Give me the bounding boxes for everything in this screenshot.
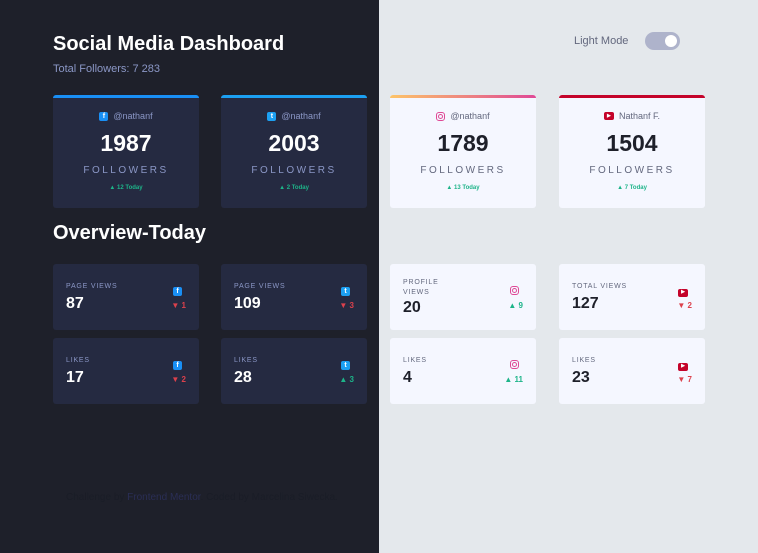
overview-value: 23 bbox=[572, 369, 590, 386]
caret-down-icon: ▼ bbox=[677, 375, 686, 384]
youtube-icon: ▶ bbox=[678, 362, 688, 371]
card-handle: @nathanf bbox=[113, 111, 153, 121]
follower-count: 1504 bbox=[606, 130, 658, 156]
twitter-icon: t bbox=[341, 287, 350, 296]
follower-count: 1789 bbox=[437, 130, 489, 156]
overview-value: 20 bbox=[403, 299, 421, 316]
frontend-mentor-link[interactable]: Frontend Mentor bbox=[127, 492, 200, 503]
overview-value: 127 bbox=[572, 295, 599, 312]
follower-card-twitter[interactable]: t @nathanf 2003 FOLLOWERS ▲ 2 Today bbox=[221, 95, 367, 208]
follower-count: 2003 bbox=[268, 130, 320, 156]
overview-delta: 2 bbox=[687, 301, 692, 310]
overview-delta: 1 bbox=[181, 301, 186, 310]
youtube-icon: ▶ bbox=[603, 112, 614, 120]
caret-up-icon: ▲ bbox=[446, 185, 453, 191]
facebook-icon: f bbox=[173, 361, 182, 370]
footer-prefix: Challenge by bbox=[66, 492, 128, 503]
overview-value: 28 bbox=[234, 369, 252, 386]
youtube-icon: ▶ bbox=[678, 288, 688, 297]
today-delta: 12 Today bbox=[117, 185, 143, 191]
overview-label: PAGE VIEWS bbox=[234, 283, 286, 290]
overview-card-twitter-page-views[interactable]: PAGE VIEWS t 109 ▼ 3 bbox=[221, 264, 367, 330]
overview-card-facebook-page-views[interactable]: PAGE VIEWS f 87 ▼ 1 bbox=[53, 264, 199, 330]
card-handle: @nathanf bbox=[281, 111, 321, 121]
card-handle: Nathanf F. bbox=[618, 111, 661, 121]
today-delta: 2 Today bbox=[286, 185, 309, 191]
card-handle: @nathanf bbox=[450, 111, 490, 121]
today-delta: 13 Today bbox=[454, 185, 480, 191]
overview-card-twitter-likes[interactable]: LIKES t 28 ▲ 3 bbox=[221, 338, 367, 404]
instagram-icon bbox=[510, 360, 519, 369]
follower-card-youtube[interactable]: ▶ Nathanf F. 1504 FOLLOWERS ▲ 7 Today bbox=[559, 95, 705, 208]
overview-label: PAGE VIEWS bbox=[66, 283, 118, 290]
card-accent-bar bbox=[559, 95, 705, 98]
follower-card-facebook[interactable]: f @nathanf 1987 FOLLOWERS ▲ 12 Today bbox=[53, 95, 199, 208]
page-title: Social Media Dashboard bbox=[53, 33, 285, 55]
overview-label: PROFILE VIEWS bbox=[403, 279, 439, 296]
card-accent-bar bbox=[53, 95, 199, 98]
caret-up-icon: ▲ bbox=[508, 301, 517, 310]
overview-delta: 9 bbox=[518, 301, 523, 310]
today-delta: 7 Today bbox=[624, 185, 647, 191]
caret-down-icon: ▼ bbox=[339, 301, 348, 310]
overview-value: 87 bbox=[66, 295, 84, 312]
overview-label: LIKES bbox=[234, 357, 258, 364]
toggle-knob bbox=[665, 35, 677, 47]
total-followers-text: Total Followers: 7 283 bbox=[53, 63, 160, 75]
facebook-icon: f bbox=[173, 287, 182, 296]
caret-down-icon: ▼ bbox=[677, 301, 686, 310]
overview-label: LIKES bbox=[66, 357, 90, 364]
overview-card-instagram-likes[interactable]: LIKES 4 ▲ 11 bbox=[390, 338, 536, 404]
overview-delta: 11 bbox=[514, 375, 523, 384]
caret-down-icon: ▼ bbox=[171, 301, 180, 310]
overview-label: LIKES bbox=[403, 357, 427, 364]
followers-unit: FOLLOWERS bbox=[420, 165, 506, 176]
attribution-footer: Challenge by Frontend Mentor. Coded by M… bbox=[66, 492, 338, 503]
facebook-icon: f bbox=[99, 111, 109, 121]
overview-delta: 7 bbox=[687, 375, 692, 384]
overview-value: 109 bbox=[234, 295, 261, 312]
follower-card-instagram[interactable]: @nathanf 1789 FOLLOWERS ▲ 13 Today bbox=[390, 95, 536, 208]
caret-up-icon: ▲ bbox=[504, 375, 513, 384]
card-accent-bar bbox=[221, 95, 367, 98]
overview-card-facebook-likes[interactable]: LIKES f 17 ▼ 2 bbox=[53, 338, 199, 404]
overview-title: Overview-Today bbox=[53, 222, 207, 244]
instagram-icon bbox=[510, 286, 519, 295]
follower-count: 1987 bbox=[100, 130, 152, 156]
caret-down-icon: ▼ bbox=[171, 375, 180, 384]
followers-unit: FOLLOWERS bbox=[251, 165, 337, 176]
mode-label: Light Mode bbox=[574, 35, 629, 47]
twitter-icon: t bbox=[267, 111, 277, 121]
overview-card-youtube-likes[interactable]: LIKES ▶ 23 ▼ 7 bbox=[559, 338, 705, 404]
card-accent-bar bbox=[390, 95, 536, 98]
caret-up-icon: ▲ bbox=[617, 185, 624, 191]
instagram-icon bbox=[436, 111, 446, 121]
overview-delta: 2 bbox=[181, 375, 186, 384]
overview-label: TOTAL VIEWS bbox=[572, 283, 627, 290]
theme-toggle[interactable] bbox=[645, 32, 680, 50]
overview-delta: 3 bbox=[349, 301, 354, 310]
footer-suffix: . Coded by Marcelina Siwecka. bbox=[200, 492, 338, 503]
overview-card-youtube-total-views[interactable]: TOTAL VIEWS ▶ 127 ▼ 2 bbox=[559, 264, 705, 330]
overview-delta: 3 bbox=[349, 375, 354, 384]
caret-up-icon: ▲ bbox=[339, 375, 348, 384]
overview-card-instagram-profile-views[interactable]: PROFILE VIEWS 20 ▲ 9 bbox=[390, 264, 536, 330]
twitter-icon: t bbox=[341, 361, 350, 370]
overview-label: LIKES bbox=[572, 357, 596, 364]
caret-up-icon: ▲ bbox=[109, 185, 116, 191]
followers-unit: FOLLOWERS bbox=[589, 165, 675, 176]
caret-up-icon: ▲ bbox=[279, 185, 286, 191]
followers-unit: FOLLOWERS bbox=[83, 165, 169, 176]
overview-value: 17 bbox=[66, 369, 84, 386]
overview-value: 4 bbox=[403, 369, 412, 386]
